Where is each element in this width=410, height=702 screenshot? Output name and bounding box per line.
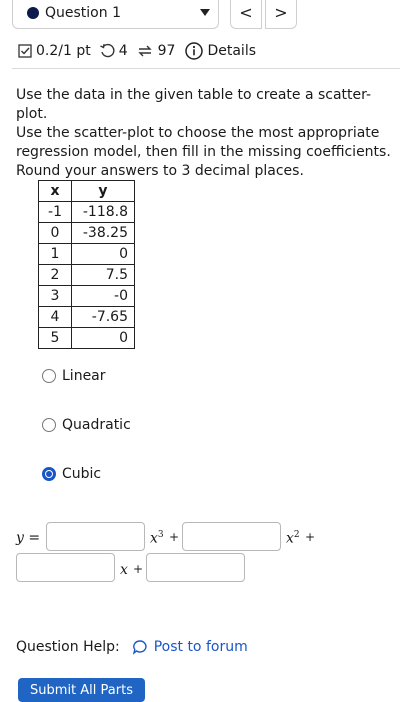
cell-y: -38.25 [71, 222, 135, 244]
option-cubic[interactable]: Cubic [42, 466, 101, 482]
table-header-row: x y [38, 180, 135, 202]
question-meta: 0.2/1 pt 4 97 Details [18, 42, 256, 60]
column-header-y: y [71, 180, 135, 202]
cell-y: 0 [71, 243, 135, 265]
x-term: x [120, 562, 128, 578]
checkbox-icon [18, 44, 32, 58]
post-to-forum-link[interactable]: Post to forum [154, 639, 248, 655]
radio-cubic[interactable] [42, 467, 56, 481]
table-row: -1 -118.8 [38, 201, 135, 223]
table-row: 0 -38.25 [38, 222, 135, 244]
attempts-icon [137, 45, 152, 57]
speech-bubble-icon [132, 640, 147, 655]
option-label: Cubic [62, 466, 102, 482]
help-label: Question Help: [16, 639, 120, 655]
data-table: x y -1 -118.8 0 -38.25 1 0 2 7.5 3 -0 4 … [38, 180, 135, 349]
cell-x: -1 [38, 201, 72, 223]
attempts-count: 97 [157, 43, 176, 59]
x3-exponent: 3 [157, 530, 164, 540]
table-row: 3 -0 [38, 285, 135, 307]
question-selector[interactable]: Question 1 [12, 0, 219, 29]
table-row: 1 0 [38, 243, 135, 265]
cell-y: -7.65 [71, 306, 135, 328]
cell-y: 0 [71, 327, 135, 349]
coefficient-a-input[interactable] [46, 522, 145, 551]
cell-y: -118.8 [71, 201, 135, 223]
option-label: Linear [62, 368, 106, 384]
question-prompt: Use the data in the given table to creat… [16, 86, 396, 181]
divider [12, 68, 400, 69]
table-row: 2 7.5 [38, 264, 135, 286]
cell-x: 4 [38, 306, 72, 328]
table-row: 4 -7.65 [38, 306, 135, 328]
prompt-line: Use the scatter-plot to choose the most … [16, 125, 380, 141]
x3-base: x [150, 530, 158, 547]
radio-quadratic[interactable] [42, 418, 56, 432]
x-cubed-term: x3 [150, 530, 164, 547]
coefficient-c-input[interactable] [16, 553, 115, 582]
table-row: 5 0 [38, 327, 135, 349]
retries-count: 4 [118, 43, 128, 59]
option-label: Quadratic [62, 417, 131, 433]
question-help: Question Help: Post to forum [16, 639, 248, 655]
option-linear[interactable]: Linear [42, 368, 106, 384]
score-text: 0.2/1 pt [36, 43, 91, 59]
prompt-line: Use the data in the given table to creat… [16, 87, 372, 122]
plus-sign: + [305, 530, 316, 544]
cell-y: 7.5 [71, 264, 135, 286]
x-squared-term: x2 [286, 530, 300, 547]
plus-sign: + [133, 562, 144, 576]
cell-x: 3 [38, 285, 72, 307]
cell-x: 5 [38, 327, 72, 349]
prompt-line: regression model, then fill in the missi… [16, 144, 391, 160]
prompt-line: Round your answers to 3 decimal places. [16, 163, 304, 179]
question-status-dot [27, 7, 39, 19]
next-question-button[interactable]: > [265, 0, 297, 29]
x2-exponent: 2 [293, 530, 300, 540]
option-quadratic[interactable]: Quadratic [42, 417, 131, 433]
coefficient-d-input[interactable] [146, 553, 245, 582]
info-icon[interactable] [185, 42, 204, 60]
coefficient-b-input[interactable] [182, 522, 281, 551]
details-link[interactable]: Details [207, 43, 256, 59]
submit-all-parts-button[interactable]: Submit All Parts [18, 678, 145, 702]
previous-question-button[interactable]: < [230, 0, 262, 29]
plus-sign: + [169, 530, 180, 544]
cell-y: -0 [71, 285, 135, 307]
x2-base: x [286, 530, 294, 547]
chevron-down-icon [200, 9, 210, 16]
radio-linear[interactable] [42, 369, 56, 383]
column-header-x: x [38, 180, 72, 202]
retry-icon [99, 43, 115, 58]
cell-x: 2 [38, 264, 72, 286]
question-label: Question 1 [45, 5, 121, 21]
cell-x: 0 [38, 222, 72, 244]
cell-x: 1 [38, 243, 72, 265]
equation-y-label: y = [16, 530, 41, 546]
